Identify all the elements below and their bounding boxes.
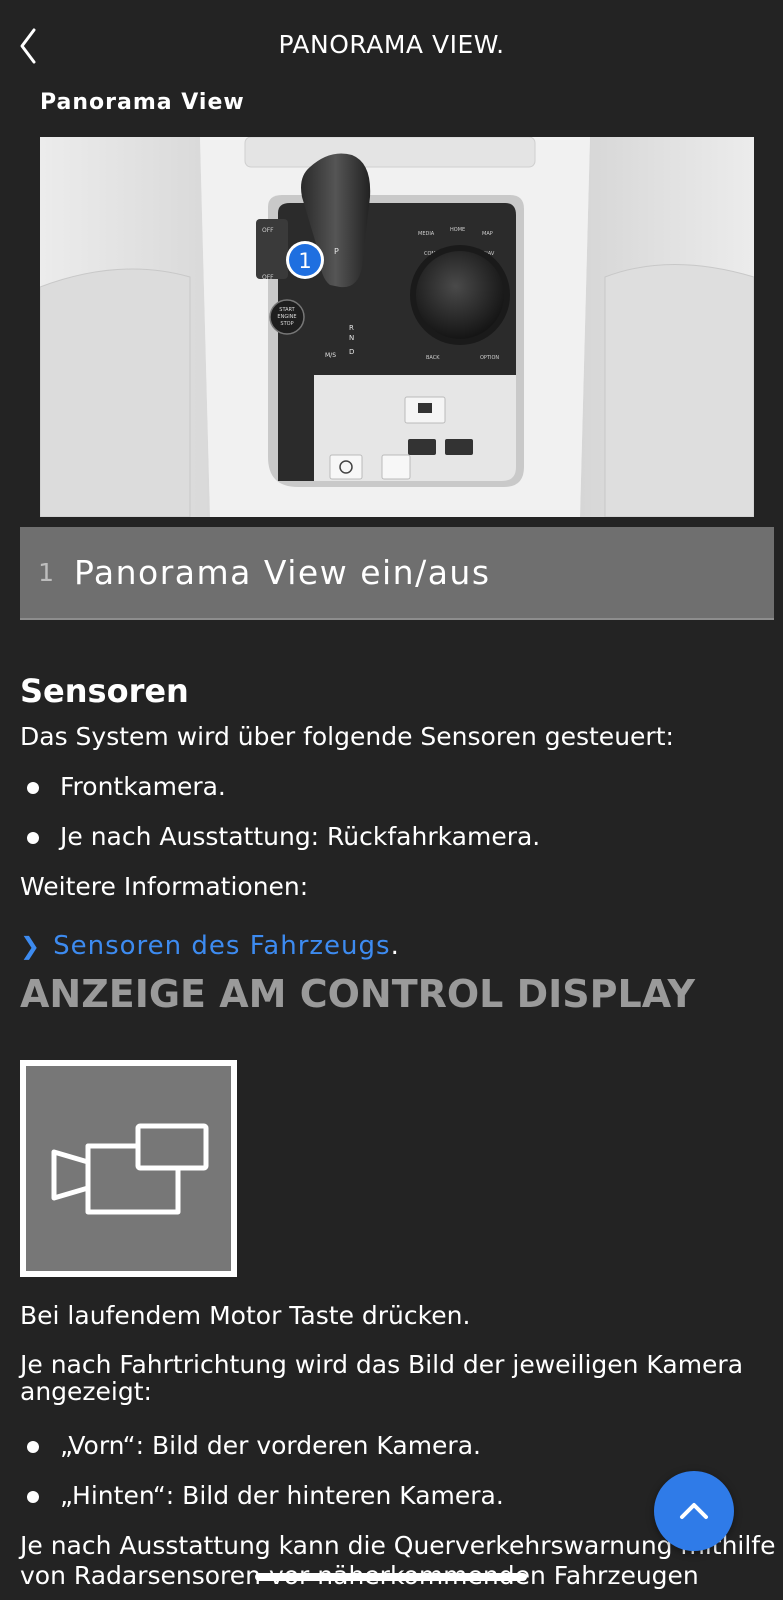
list-item: „Vorn“: Bild der vorderen Kamera.: [20, 1431, 770, 1481]
direction-text: Je nach Fahrtrichtung wird das Bild der …: [20, 1350, 744, 1406]
anzeige-heading: ANZEIGE AM CONTROL DISPLAY: [20, 972, 696, 1016]
legend-number: 1: [38, 558, 54, 587]
start-label-3: STOP: [280, 321, 293, 327]
back-label: BACK: [426, 355, 440, 361]
console-illustration: OFF OFF START ENGINE STOP P R N D M/S ME…: [40, 137, 754, 517]
chevron-up-icon: [680, 1503, 708, 1519]
bullet-icon: [27, 1441, 39, 1453]
figure-title: Panorama View: [40, 90, 245, 115]
media-label: MEDIA: [418, 231, 435, 237]
page-title: PANORAMA VIEW.: [278, 30, 505, 59]
list-item: Je nach Ausstattung: Rückfahrkamera.: [20, 822, 770, 872]
press-instruction: Bei laufendem Motor Taste drücken.: [20, 1301, 471, 1330]
scroll-to-top-button[interactable]: [654, 1471, 734, 1551]
sensoren-heading: Sensoren: [20, 672, 189, 710]
bullet-icon: [27, 832, 39, 844]
cross-traffic-text-line1: Je nach Ausstattung kann die Querverkehr…: [20, 1531, 776, 1560]
off-label-1: OFF: [262, 227, 274, 234]
option-label: OPTION: [480, 355, 499, 361]
gear-r-label: R: [349, 324, 354, 332]
home-indicator[interactable]: [255, 1573, 527, 1581]
off-label-2: OFF: [262, 274, 274, 281]
sensoren-des-fahrzeugs-link[interactable]: Sensoren des Fahrzeugs: [53, 930, 390, 962]
sensoren-list: Frontkamera. Je nach Ausstattung: Rückfa…: [20, 772, 770, 872]
bullet-icon: [27, 782, 39, 794]
home-label: HOME: [450, 227, 465, 233]
link-suffix: .: [390, 931, 400, 961]
more-info-label: Weitere Informationen:: [20, 872, 309, 901]
callout-marker-1: 1: [286, 241, 324, 279]
legend-label: Panorama View ein/aus: [74, 553, 491, 592]
gear-ms-label: M/S: [325, 352, 336, 359]
gear-p-label: P: [334, 247, 339, 256]
list-item: Frontkamera.: [20, 772, 770, 822]
gear-n-label: N: [349, 334, 354, 342]
chevron-right-icon: ❯: [20, 932, 42, 960]
article-content: Sensoren Das System wird über folgende S…: [20, 672, 776, 1591]
panorama-view-button-image: [20, 1060, 237, 1277]
legend-item: 1 Panorama View ein/aus: [20, 527, 774, 620]
sensor-link-row: ❯ Sensoren des Fahrzeugs .: [20, 920, 770, 972]
map-label: MAP: [482, 231, 493, 237]
bullet-icon: [27, 1491, 39, 1503]
sensoren-intro: Das System wird über folgende Sensoren g…: [20, 722, 674, 751]
camera-view-icon: [51, 1123, 209, 1215]
callout-number: 1: [298, 249, 311, 273]
page: PANORAMA VIEW. Panorama View OFF OFF STA…: [0, 0, 783, 1600]
top-bar: PANORAMA VIEW.: [0, 0, 783, 90]
gear-d-label: D: [349, 348, 354, 356]
start-label-2: ENGINE: [277, 314, 296, 320]
start-label-1: START: [279, 307, 295, 313]
